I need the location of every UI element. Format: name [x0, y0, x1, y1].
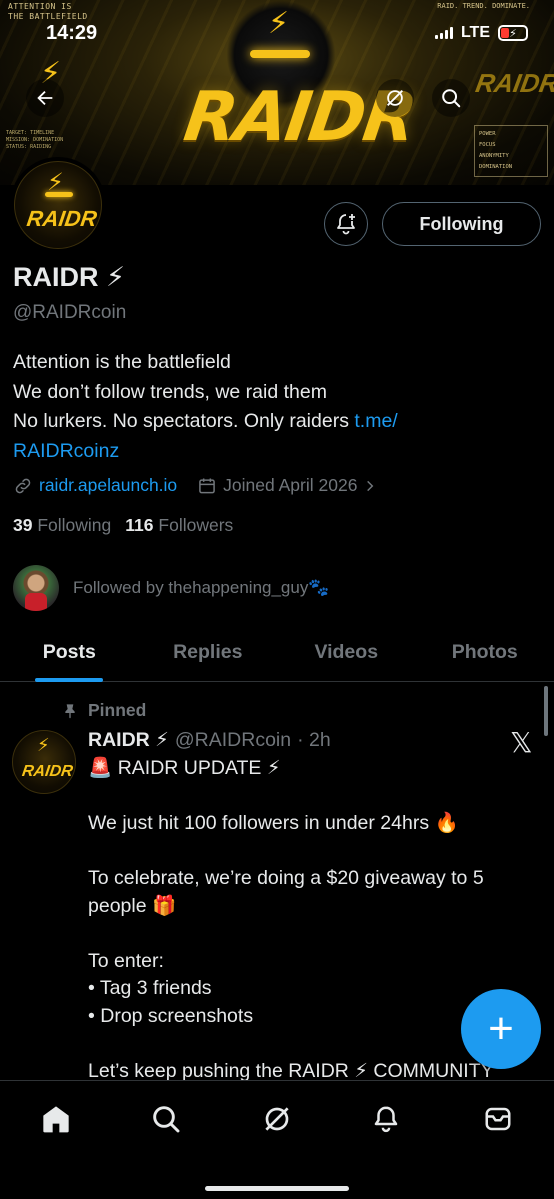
following-count-label: Following	[37, 515, 112, 535]
grok-icon	[387, 90, 403, 106]
signal-icon	[434, 27, 453, 39]
post-line: 🚨 RAIDR UPDATE ⚡	[88, 757, 281, 779]
banner-logo-small: RAIDR	[473, 68, 554, 98]
messages-icon	[485, 1107, 511, 1131]
pinned-indicator: Pinned	[62, 700, 146, 721]
banner-stat: FOCUS	[479, 142, 496, 148]
compose-button[interactable]: +	[461, 989, 541, 1069]
followers-count: 116	[125, 515, 154, 535]
pinned-label: Pinned	[88, 700, 147, 720]
nav-notifications[interactable]	[362, 1101, 410, 1137]
avatar-visor	[45, 192, 73, 197]
banner-tagline: RAID. TREND. DOMINATE.	[437, 2, 530, 10]
lightning-icon: ⚡	[37, 735, 50, 755]
banner-stats-panel: POWER FOCUS ANONYMITY DOMINATION	[474, 125, 548, 177]
following-count: 39	[13, 515, 33, 535]
post-author-avatar[interactable]: ⚡ RAIDR	[12, 730, 76, 794]
home-icon	[43, 1106, 69, 1133]
telegram-link-continued[interactable]: RAIDRcoinz	[13, 437, 533, 467]
post-line: To celebrate, we’re doing a $20 giveaway…	[88, 867, 484, 889]
followers-count-link[interactable]: 116 Followers	[125, 515, 233, 536]
grok-button[interactable]	[376, 79, 414, 117]
telegram-link[interactable]: t.me/	[354, 410, 397, 432]
post-line: • Tag 3 friends	[88, 977, 212, 999]
tab-videos[interactable]: Videos	[277, 632, 416, 681]
banner-stat: ANONYMITY	[479, 153, 509, 159]
network-label: LTE	[460, 24, 490, 41]
avatar-image: ⚡ RAIDR	[14, 161, 102, 249]
banner-stat: POWER	[479, 131, 496, 137]
search-button[interactable]	[432, 79, 470, 117]
tab-posts[interactable]: Posts	[0, 632, 139, 681]
profile-avatar[interactable]: ⚡ RAIDR	[10, 157, 106, 253]
bio-text: No lurkers. No spectators. Only raiders	[13, 410, 355, 432]
profile-meta: raidr.apelaunch.io Joined April 2026	[13, 475, 397, 496]
following-button[interactable]: Following	[382, 202, 541, 246]
avatar-logo-text: RAIDR	[20, 763, 74, 780]
follower-avatar	[13, 565, 59, 611]
calendar-icon	[199, 478, 215, 493]
lightning-icon: ⚡	[268, 7, 290, 40]
banner-stat: DOMINATION	[479, 164, 513, 170]
post-time: · 2h	[297, 728, 331, 751]
bottom-navigation	[0, 1080, 554, 1199]
status-indicators: LTE ⚡	[434, 24, 528, 42]
joined-date: Joined April 2026	[223, 475, 358, 495]
nav-search[interactable]	[142, 1101, 190, 1137]
followed-by-text: Followed by thehappening_guy🐾	[73, 578, 330, 597]
banner-corner-text: ATTENTION IS THE BATTLEFIELD	[8, 2, 88, 21]
profile-bio: Attention is the battlefield We don’t fo…	[13, 348, 533, 466]
grok-icon	[265, 1107, 289, 1131]
bio-line: We don’t follow trends, we raid them	[13, 380, 327, 403]
avatar-logo-text: RAIDR	[25, 206, 99, 231]
following-count-link[interactable]: 39 Following	[13, 515, 111, 536]
notifications-icon	[374, 1106, 398, 1133]
nav-messages[interactable]	[474, 1101, 522, 1137]
search-icon	[153, 1106, 180, 1133]
post-author-name[interactable]: RAIDR ⚡	[88, 728, 169, 752]
scrollbar[interactable]	[544, 686, 548, 736]
arrow-left-icon	[37, 90, 53, 106]
chevron-right-icon	[367, 480, 374, 491]
banner-status-text: TARGET: TIMELINE MISSION: DOMINATION STA…	[6, 130, 64, 150]
followed-by-row[interactable]: Followed by thehappening_guy🐾	[13, 565, 330, 611]
profile-name: RAIDR ⚡	[13, 262, 125, 292]
bio-line: Attention is the battlefield	[13, 351, 231, 373]
notify-button[interactable]	[324, 202, 368, 246]
follow-counts: 39 Following 116 Followers	[13, 515, 233, 536]
followers-count-label: Followers	[158, 515, 234, 535]
home-indicator	[205, 1186, 349, 1191]
tab-photos[interactable]: Photos	[416, 632, 554, 681]
profile-handle: @RAIDRcoin	[13, 302, 127, 323]
banner-visor	[250, 50, 310, 58]
tab-replies[interactable]: Replies	[139, 632, 278, 681]
joined-item[interactable]: Joined April 2026	[197, 475, 377, 496]
search-icon	[442, 89, 461, 108]
nav-grok[interactable]	[253, 1101, 301, 1137]
website-item[interactable]: raidr.apelaunch.io	[13, 475, 177, 496]
post-line: We just hit 100 followers in under 24hrs…	[88, 812, 459, 834]
link-icon	[15, 478, 31, 493]
status-time: 14:29	[46, 22, 98, 44]
back-button[interactable]	[26, 79, 64, 117]
post-author-handle[interactable]: @RAIDRcoin	[175, 729, 291, 752]
post-line: people 🎁	[88, 894, 177, 917]
bio-line: No lurkers. No spectators. Only raiders …	[13, 407, 533, 437]
website-link[interactable]: raidr.apelaunch.io	[39, 475, 177, 496]
profile-tabs: Posts Replies Videos Photos	[0, 632, 554, 682]
nav-home[interactable]	[32, 1101, 80, 1137]
battery-icon: ⚡	[498, 25, 528, 41]
pin-icon	[65, 703, 75, 718]
post-header: RAIDR ⚡ @RAIDRcoin · 2h	[88, 728, 331, 752]
post-line: To enter:	[88, 949, 164, 972]
bell-plus-icon	[337, 214, 355, 235]
